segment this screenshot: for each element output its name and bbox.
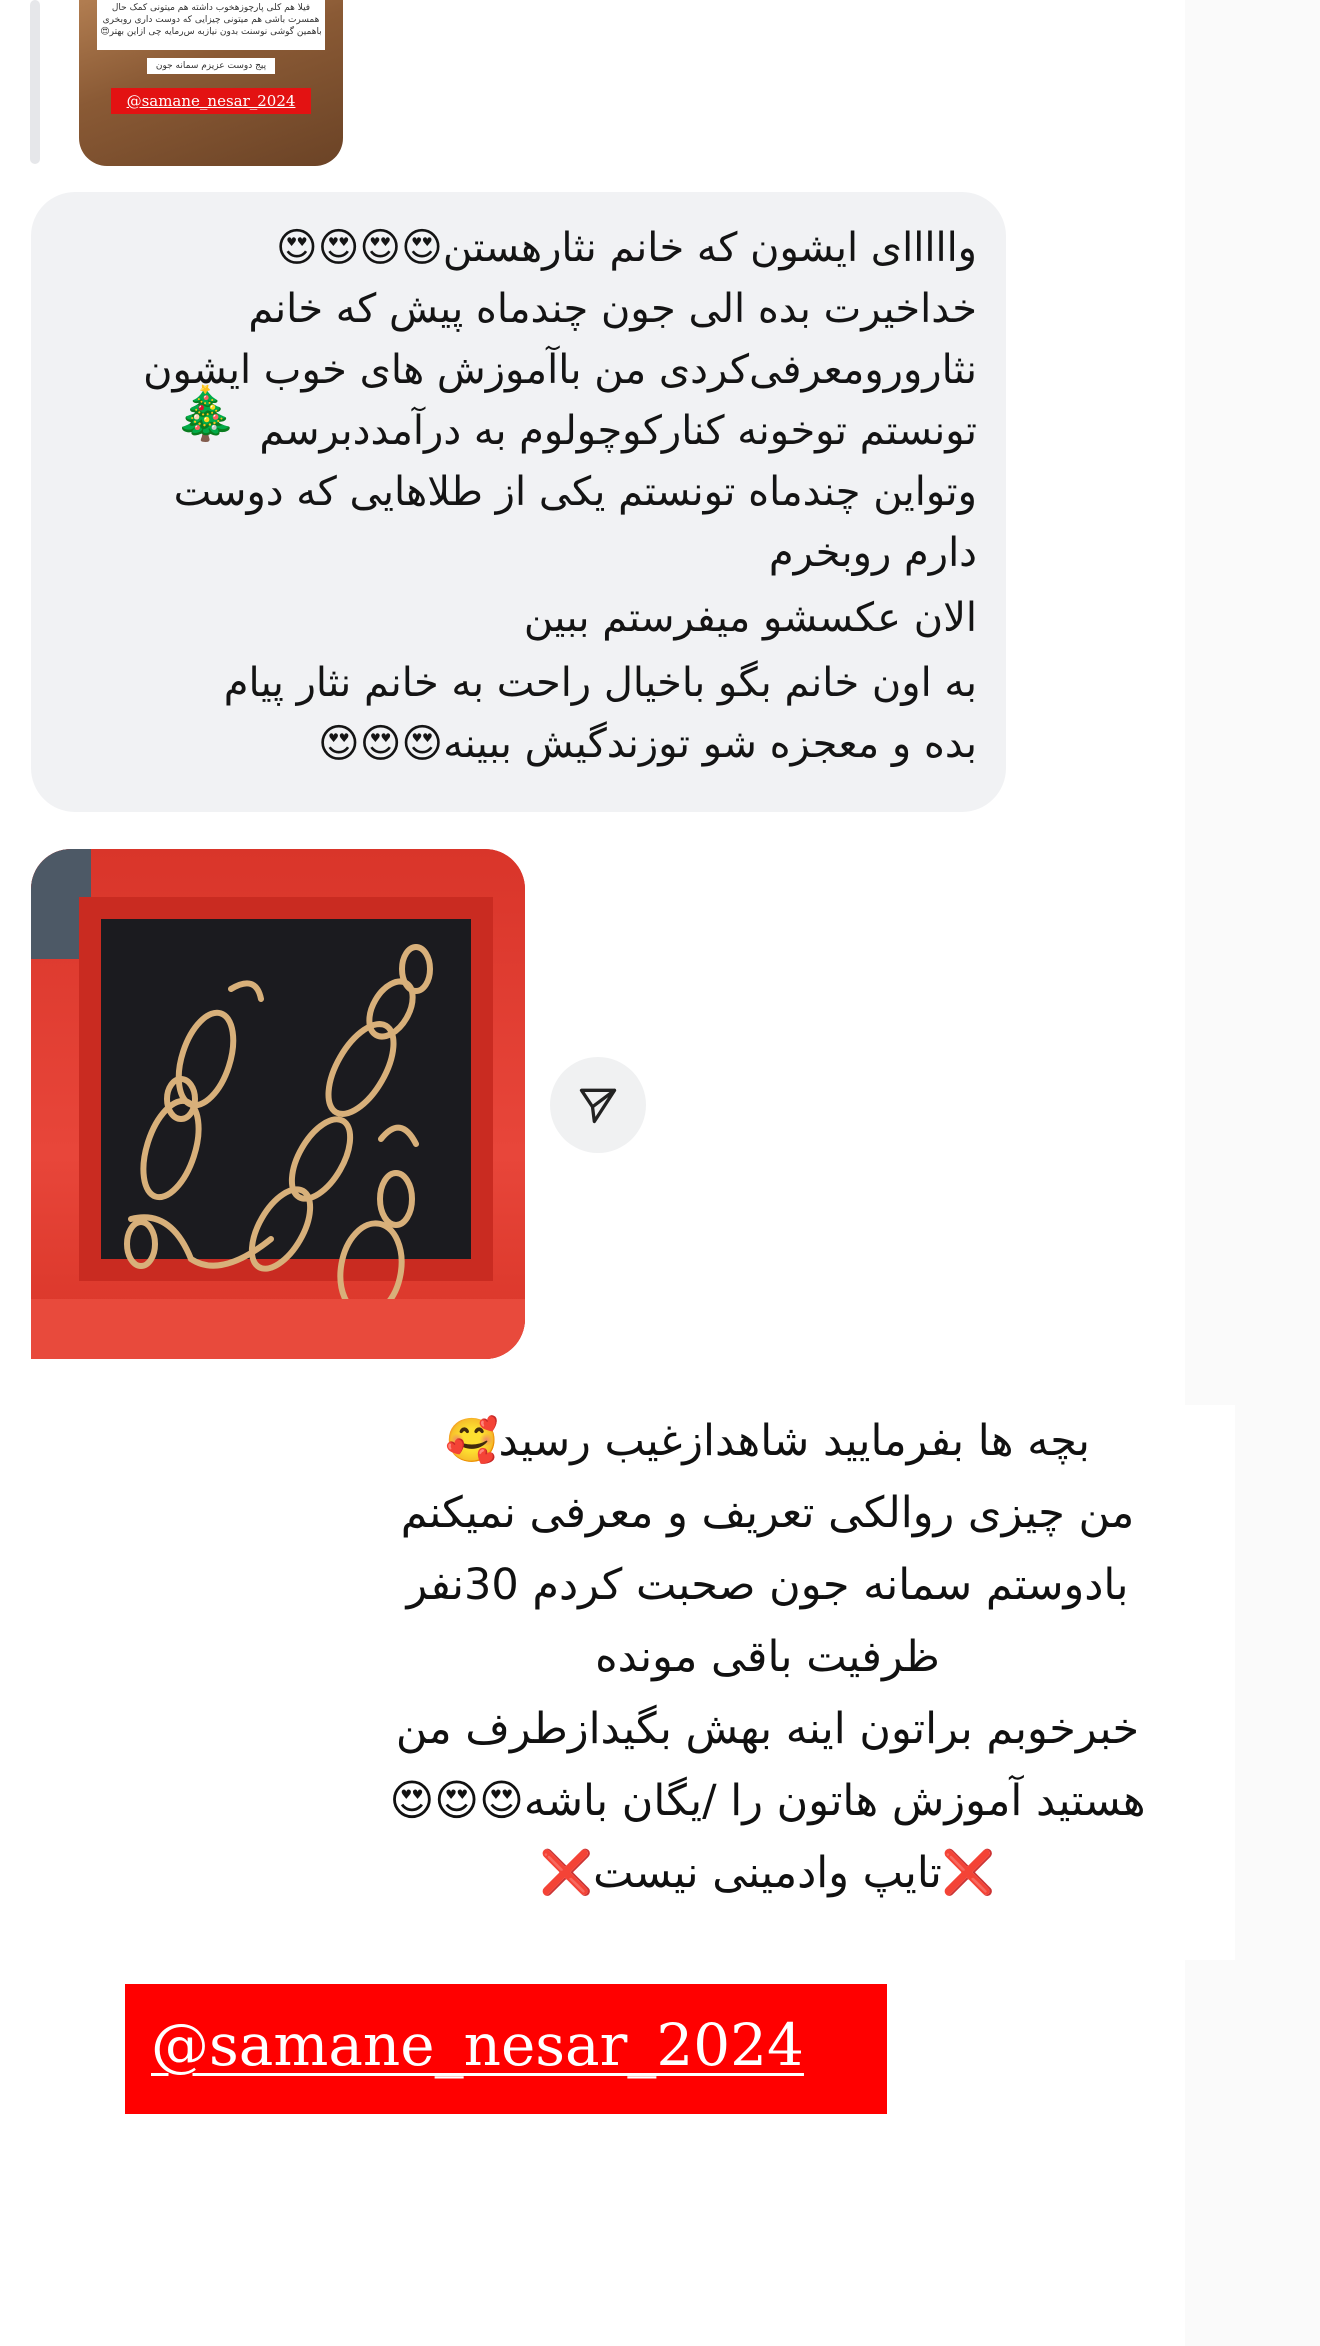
replied-story-thumbnail[interactable]: فیلا هم کلی پارچوزهخوب داشته هم میتونی ک…: [79, 0, 343, 166]
jewelry-photo-message[interactable]: [31, 849, 525, 1359]
announcement-line: من چیزی روالکی تعریف و معرفی نمیکنم: [400, 1488, 1135, 1538]
announcement-line: خبرخوبم براتون اینه بهش بگیدازطرف من: [395, 1704, 1140, 1754]
story-caption: پیج دوست عزیزم سمانه جون: [147, 58, 275, 74]
story-note-text: فیلا هم کلی پارچوزهخوب داشته هم میتونی ک…: [97, 0, 325, 50]
message-line: بده و معجزه شو توزندگیش ببینه😍😍😍: [318, 721, 977, 767]
cross-mark-icon: ❌: [941, 1848, 996, 1898]
announcement-last-line-text: تایپ وادمینی نیست: [593, 1848, 942, 1898]
cross-mark-icon: ❌: [539, 1848, 594, 1898]
reply-indicator-bar: [30, 0, 40, 164]
instagram-handle-banner[interactable]: @samane_nesar_2024: [125, 1984, 887, 2114]
tree-emoji: 🎄: [173, 384, 238, 444]
gold-earrings-drawing: [31, 944, 525, 1359]
announcement-last-line: ❌تایپ وادمینی نیست❌: [300, 1837, 1235, 1909]
message-line: خداخیرت بده الی جون چندماه پیش که خانم: [248, 286, 977, 332]
message-line: الان عکسشو میفرستم ببین: [523, 595, 977, 641]
message-line: به اون خانم بگو باخیال راحت به خانم نثار…: [223, 660, 977, 706]
paper-plane-icon: [579, 1088, 617, 1124]
chat-screen: فیلا هم کلی پارچوزهخوب داشته هم میتونی ک…: [0, 0, 1320, 2346]
announcement-text-block: بچه ها بفرمایید شاهدازغیب رسید🥰 من چیزی …: [300, 1405, 1235, 1960]
announcement-line: بادوستم سمانه جون صحبت کردم 30نفر: [406, 1560, 1129, 1610]
message-bubble[interactable]: وااااای ایشون که خانم نثارهستن😍😍😍😍 خداخی…: [31, 192, 1006, 812]
announcement-line: بچه ها بفرمایید شاهدازغیب رسید🥰: [445, 1416, 1090, 1466]
banner-handle-link[interactable]: @samane_nesar_2024: [151, 2006, 804, 2084]
story-handle-tag: @samane_nesar_2024: [111, 88, 311, 114]
message-line: دارم روبخرم: [768, 530, 977, 576]
message-text: وااااای ایشون که خانم نثارهستن😍😍😍😍 خداخی…: [67, 218, 977, 775]
message-line: وااااای ایشون که خانم نثارهستن😍😍😍😍: [276, 225, 977, 271]
right-margin: [1185, 0, 1320, 2346]
message-line: وتواین چندماه تونستم یکی از طلاهایی که د…: [173, 469, 977, 515]
share-button[interactable]: [550, 1057, 646, 1153]
announcement-line: ظرفیت باقی مونده: [595, 1632, 940, 1682]
announcement-line: هستید آموزش هاتون را /یگان باشه😍😍😍: [389, 1776, 1146, 1826]
